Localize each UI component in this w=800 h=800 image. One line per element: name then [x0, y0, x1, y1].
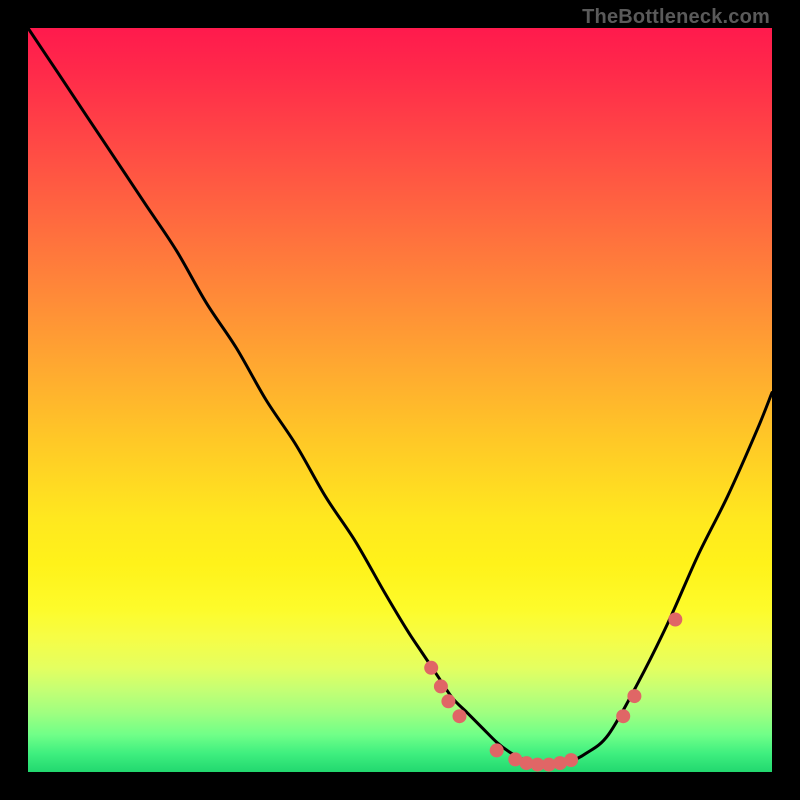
curve-marker — [490, 743, 504, 757]
curve-marker — [441, 694, 455, 708]
curve-marker — [564, 753, 578, 767]
chart-frame — [28, 28, 772, 772]
curve-marker — [627, 689, 641, 703]
curve-marker — [453, 709, 467, 723]
curve-marker — [424, 661, 438, 675]
bottleneck-curve-path — [28, 28, 772, 765]
curve-marker — [434, 679, 448, 693]
watermark-text: TheBottleneck.com — [582, 6, 770, 29]
curve-markers-group — [424, 613, 682, 772]
curve-marker — [616, 709, 630, 723]
bottleneck-curve-svg — [28, 28, 772, 772]
curve-marker — [668, 613, 682, 627]
